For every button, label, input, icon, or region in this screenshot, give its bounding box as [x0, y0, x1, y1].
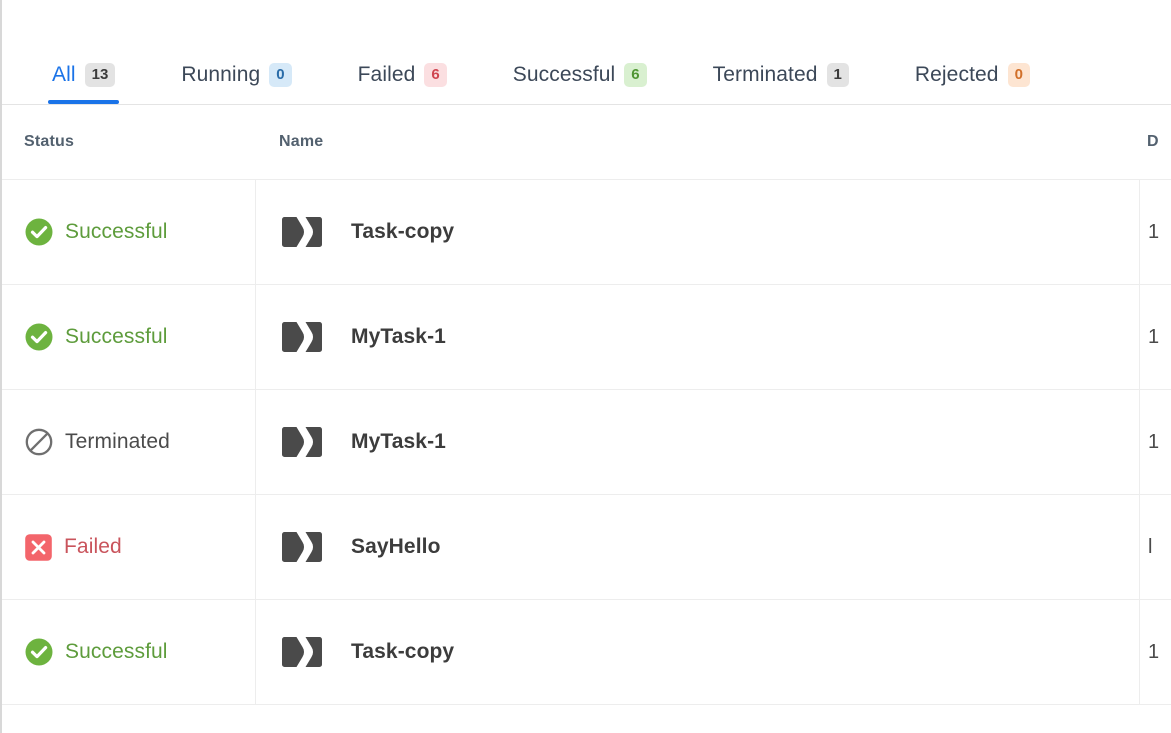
status-label: Successful — [65, 325, 168, 348]
table-row[interactable]: Failed SayHello l — [2, 495, 1171, 600]
tab-successful[interactable]: Successful 6 — [499, 46, 661, 104]
tab-label: Terminated — [712, 63, 818, 86]
table-row[interactable]: Successful Task-copy 1 — [2, 180, 1171, 285]
task-name-label[interactable]: MyTask-1 — [351, 325, 446, 349]
cell-status: Terminated — [2, 390, 255, 494]
tab-running[interactable]: Running 0 — [167, 46, 305, 104]
column-header-status[interactable]: Status — [2, 133, 255, 151]
status-label: Terminated — [65, 430, 170, 453]
workflow-task-icon — [282, 217, 322, 247]
prohibited-circle-icon — [25, 428, 53, 456]
task-name-label[interactable]: Task-copy — [351, 220, 454, 244]
tab-count-badge: 0 — [1007, 63, 1030, 87]
tab-failed[interactable]: Failed 6 — [344, 46, 461, 104]
tab-count-badge: 13 — [84, 63, 116, 87]
cell-name: Task-copy — [255, 180, 1139, 284]
cell-date: 1 — [1139, 285, 1171, 389]
cell-date: 1 — [1139, 180, 1171, 284]
workflow-task-icon — [282, 532, 322, 562]
status-label: Successful — [65, 220, 168, 243]
cell-name: SayHello — [255, 495, 1139, 599]
cell-status: Successful — [2, 285, 255, 389]
tab-count-badge: 0 — [269, 63, 292, 87]
table-body: Successful Task-copy 1 Successful MyTask-1 1 T… — [2, 180, 1171, 705]
tab-label: Failed — [357, 63, 416, 86]
cell-date: l — [1139, 495, 1171, 599]
cell-date: 1 — [1139, 390, 1171, 494]
cell-name: MyTask-1 — [255, 285, 1139, 389]
tab-label: Running — [181, 63, 261, 86]
tab-rejected[interactable]: Rejected 0 — [901, 46, 1044, 104]
workflow-task-icon — [282, 322, 322, 352]
workflow-task-icon — [282, 637, 322, 667]
tab-count-badge: 6 — [624, 63, 647, 87]
tab-count-badge: 1 — [826, 63, 849, 87]
workflow-task-icon — [282, 427, 322, 457]
check-circle-icon — [25, 218, 53, 246]
status-filter-tabs: All 13 Running 0 Failed 6 Successful 6 Terminate… — [2, 0, 1171, 105]
check-circle-icon — [25, 638, 53, 666]
column-header-date[interactable]: D — [1139, 133, 1171, 151]
tab-label: Successful — [512, 63, 616, 86]
cell-status: Successful — [2, 180, 255, 284]
table-header-row: Status Name D — [2, 105, 1171, 180]
cell-name: MyTask-1 — [255, 390, 1139, 494]
status-label: Failed — [64, 535, 122, 558]
table-row[interactable]: Successful MyTask-1 1 — [2, 285, 1171, 390]
table-row[interactable]: Terminated MyTask-1 1 — [2, 390, 1171, 495]
column-header-name[interactable]: Name — [255, 133, 1139, 151]
cell-name: Task-copy — [255, 600, 1139, 704]
cell-status: Successful — [2, 600, 255, 704]
tab-count-badge: 6 — [424, 63, 447, 87]
table-row[interactable]: Successful Task-copy 1 — [2, 600, 1171, 705]
active-tab-underline — [48, 100, 120, 104]
task-name-label[interactable]: Task-copy — [351, 640, 454, 664]
check-circle-icon — [25, 323, 53, 351]
tab-terminated[interactable]: Terminated 1 — [699, 46, 863, 104]
status-label: Successful — [65, 640, 168, 663]
tab-label: Rejected — [914, 63, 999, 86]
task-list-page: All 13 Running 0 Failed 6 Successful 6 Terminate… — [0, 0, 1171, 733]
task-table: Status Name D Successful Task-copy 1 Succes… — [2, 105, 1171, 705]
x-square-icon — [25, 533, 52, 561]
task-name-label[interactable]: MyTask-1 — [351, 430, 446, 454]
tab-all[interactable]: All 13 — [38, 46, 129, 104]
tab-label: All — [52, 63, 76, 86]
cell-status: Failed — [2, 495, 255, 599]
task-name-label[interactable]: SayHello — [351, 535, 441, 559]
cell-date: 1 — [1139, 600, 1171, 704]
